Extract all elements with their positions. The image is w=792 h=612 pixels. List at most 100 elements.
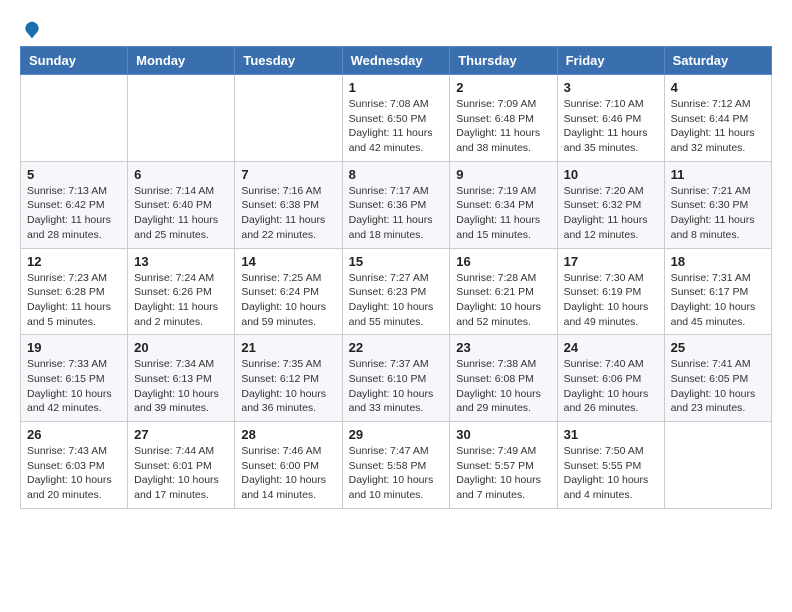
calendar-cell: 11 Sunrise: 7:21 AMSunset: 6:30 PMDayligh… xyxy=(664,161,771,248)
calendar-cell: 18Sunrise: 7:31 AMSunset: 6:17 PMDayligh… xyxy=(664,248,771,335)
day-number: 31 xyxy=(564,427,658,442)
day-number: 19 xyxy=(27,340,121,355)
day-info: Sunrise: 7:23 AMSunset: 6:28 PMDaylight:… xyxy=(27,271,121,330)
day-info: Sunrise: 7:47 AMSunset: 5:58 PMDaylight:… xyxy=(349,444,444,503)
calendar-cell: 10Sunrise: 7:20 AMSunset: 6:32 PMDayligh… xyxy=(557,161,664,248)
sunset-text: Sunset: 6:30 PM xyxy=(671,198,765,213)
daylight-text: Daylight: 10 hours and 33 minutes. xyxy=(349,387,444,416)
daylight-text: Daylight: 11 hours and 25 minutes. xyxy=(134,213,228,242)
sunrise-text: Sunrise: 7:28 AM xyxy=(456,271,550,286)
day-info: Sunrise: 7:46 AMSunset: 6:00 PMDaylight:… xyxy=(241,444,335,503)
day-info: Sunrise: 7:35 AMSunset: 6:12 PMDaylight:… xyxy=(241,357,335,416)
sunrise-text: Sunrise: 7:30 AM xyxy=(564,271,658,286)
calendar-cell: 14 Sunrise: 7:25 AMSunset: 6:24 PMDayligh… xyxy=(235,248,342,335)
sunrise-text: Sunrise: 7:08 AM xyxy=(349,97,444,112)
calendar-cell: 2 Sunrise: 7:09 AMSunset: 6:48 PMDaylight… xyxy=(450,75,557,162)
day-info: Sunrise: 7:28 AMSunset: 6:21 PMDaylight:… xyxy=(456,271,550,330)
day-number: 29 xyxy=(349,427,444,442)
day-info: Sunrise: 7:44 AMSunset: 6:01 PMDaylight:… xyxy=(134,444,228,503)
day-info: Sunrise: 7:21 AMSunset: 6:30 PMDaylight:… xyxy=(671,184,765,243)
sunrise-text: Sunrise: 7:41 AM xyxy=(671,357,765,372)
calendar-cell: 8Sunrise: 7:17 AMSunset: 6:36 PMDaylight… xyxy=(342,161,450,248)
day-number: 21 xyxy=(241,340,335,355)
daylight-text: Daylight: 10 hours and 10 minutes. xyxy=(349,473,444,502)
sunset-text: Sunset: 6:38 PM xyxy=(241,198,335,213)
day-info: Sunrise: 7:25 AMSunset: 6:24 PMDaylight:… xyxy=(241,271,335,330)
daylight-text: Daylight: 11 hours and 28 minutes. xyxy=(27,213,121,242)
day-number: 12 xyxy=(27,254,121,269)
day-info: Sunrise: 7:20 AMSunset: 6:32 PMDaylight:… xyxy=(564,184,658,243)
sunset-text: Sunset: 6:24 PM xyxy=(241,285,335,300)
calendar-cell: 29 Sunrise: 7:47 AMSunset: 5:58 PMDayligh… xyxy=(342,422,450,509)
calendar-table: SundayMondayTuesdayWednesdayThursdayFrid… xyxy=(20,46,772,509)
calendar-cell: 27 Sunrise: 7:44 AMSunset: 6:01 PMDayligh… xyxy=(128,422,235,509)
page-header xyxy=(20,20,772,36)
calendar-cell: 13Sunrise: 7:24 AMSunset: 6:26 PMDayligh… xyxy=(128,248,235,335)
sunrise-text: Sunrise: 7:33 AM xyxy=(27,357,121,372)
calendar-cell: 25Sunrise: 7:41 AMSunset: 6:05 PMDayligh… xyxy=(664,335,771,422)
day-number: 2 xyxy=(456,80,550,95)
sunrise-text: Sunrise: 7:13 AM xyxy=(27,184,121,199)
daylight-text: Daylight: 10 hours and 42 minutes. xyxy=(27,387,121,416)
daylight-text: Daylight: 11 hours and 12 minutes. xyxy=(564,213,658,242)
daylight-text: Daylight: 10 hours and 14 minutes. xyxy=(241,473,335,502)
calendar-cell: 30Sunrise: 7:49 AMSunset: 5:57 PMDayligh… xyxy=(450,422,557,509)
day-number: 16 xyxy=(456,254,550,269)
day-number: 14 xyxy=(241,254,335,269)
sunset-text: Sunset: 6:48 PM xyxy=(456,112,550,127)
calendar-week-row: 12 Sunrise: 7:23 AMSunset: 6:28 PMDayligh… xyxy=(21,248,772,335)
day-number: 24 xyxy=(564,340,658,355)
day-info: Sunrise: 7:16 AMSunset: 6:38 PMDaylight:… xyxy=(241,184,335,243)
day-number: 4 xyxy=(671,80,765,95)
sunset-text: Sunset: 6:01 PM xyxy=(134,459,228,474)
calendar-cell: 17Sunrise: 7:30 AMSunset: 6:19 PMDayligh… xyxy=(557,248,664,335)
daylight-text: Daylight: 10 hours and 55 minutes. xyxy=(349,300,444,329)
day-info: Sunrise: 7:30 AMSunset: 6:19 PMDaylight:… xyxy=(564,271,658,330)
sunrise-text: Sunrise: 7:14 AM xyxy=(134,184,228,199)
calendar-cell: 12 Sunrise: 7:23 AMSunset: 6:28 PMDayligh… xyxy=(21,248,128,335)
day-info: Sunrise: 7:14 AMSunset: 6:40 PMDaylight:… xyxy=(134,184,228,243)
calendar-week-row: 5Sunrise: 7:13 AMSunset: 6:42 PMDaylight… xyxy=(21,161,772,248)
sunset-text: Sunset: 6:26 PM xyxy=(134,285,228,300)
sunset-text: Sunset: 6:46 PM xyxy=(564,112,658,127)
sunset-text: Sunset: 6:36 PM xyxy=(349,198,444,213)
sunrise-text: Sunrise: 7:09 AM xyxy=(456,97,550,112)
day-info: Sunrise: 7:49 AMSunset: 5:57 PMDaylight:… xyxy=(456,444,550,503)
calendar-cell: 15Sunrise: 7:27 AMSunset: 6:23 PMDayligh… xyxy=(342,248,450,335)
daylight-text: Daylight: 11 hours and 18 minutes. xyxy=(349,213,444,242)
calendar-cell xyxy=(128,75,235,162)
sunset-text: Sunset: 6:05 PM xyxy=(671,372,765,387)
calendar-cell: 19 Sunrise: 7:33 AMSunset: 6:15 PMDayligh… xyxy=(21,335,128,422)
calendar-cell: 16 Sunrise: 7:28 AMSunset: 6:21 PMDayligh… xyxy=(450,248,557,335)
sunrise-text: Sunrise: 7:47 AM xyxy=(349,444,444,459)
day-header-friday: Friday xyxy=(557,47,664,75)
calendar-cell: 20Sunrise: 7:34 AMSunset: 6:13 PMDayligh… xyxy=(128,335,235,422)
daylight-text: Daylight: 11 hours and 22 minutes. xyxy=(241,213,335,242)
sunrise-text: Sunrise: 7:34 AM xyxy=(134,357,228,372)
sunset-text: Sunset: 6:34 PM xyxy=(456,198,550,213)
sunset-text: Sunset: 6:32 PM xyxy=(564,198,658,213)
daylight-text: Daylight: 10 hours and 59 minutes. xyxy=(241,300,335,329)
daylight-text: Daylight: 11 hours and 38 minutes. xyxy=(456,126,550,155)
day-number: 27 xyxy=(134,427,228,442)
sunrise-text: Sunrise: 7:19 AM xyxy=(456,184,550,199)
day-number: 26 xyxy=(27,427,121,442)
sunset-text: Sunset: 5:55 PM xyxy=(564,459,658,474)
day-number: 15 xyxy=(349,254,444,269)
sunset-text: Sunset: 6:21 PM xyxy=(456,285,550,300)
calendar-cell: 31Sunrise: 7:50 AMSunset: 5:55 PMDayligh… xyxy=(557,422,664,509)
day-info: Sunrise: 7:10 AMSunset: 6:46 PMDaylight:… xyxy=(564,97,658,156)
sunrise-text: Sunrise: 7:43 AM xyxy=(27,444,121,459)
day-number: 11 xyxy=(671,167,765,182)
day-info: Sunrise: 7:34 AMSunset: 6:13 PMDaylight:… xyxy=(134,357,228,416)
sunset-text: Sunset: 6:44 PM xyxy=(671,112,765,127)
day-number: 9 xyxy=(456,167,550,182)
sunrise-text: Sunrise: 7:31 AM xyxy=(671,271,765,286)
daylight-text: Daylight: 10 hours and 39 minutes. xyxy=(134,387,228,416)
day-number: 1 xyxy=(349,80,444,95)
sunset-text: Sunset: 6:13 PM xyxy=(134,372,228,387)
sunset-text: Sunset: 6:15 PM xyxy=(27,372,121,387)
day-header-sunday: Sunday xyxy=(21,47,128,75)
sunrise-text: Sunrise: 7:12 AM xyxy=(671,97,765,112)
day-number: 5 xyxy=(27,167,121,182)
